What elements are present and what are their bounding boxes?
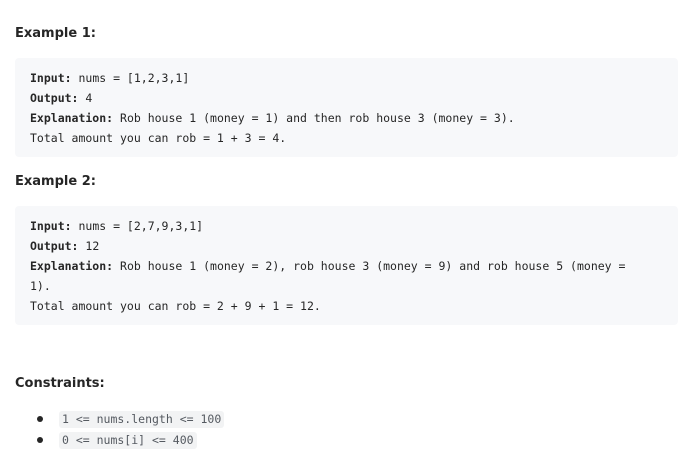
- explanation-line: Explanation: Rob house 1 (money = 2), ro…: [30, 256, 663, 276]
- bullet-icon: [37, 416, 43, 422]
- output-value: 12: [78, 239, 100, 253]
- input-label: Input:: [30, 219, 72, 233]
- input-value: nums = [1,2,3,1]: [71, 71, 190, 85]
- output-line: Output: 4: [30, 88, 663, 108]
- explanation-total-line: Total amount you can rob = 2 + 9 + 1 = 1…: [30, 299, 321, 313]
- constraint-item: 1 <= nums.length <= 100: [15, 408, 225, 429]
- explanation-line: Explanation: Rob house 1 (money = 1) and…: [30, 108, 663, 128]
- constraint-text: 0 <= nums[i] <= 400: [59, 432, 197, 449]
- output-line: Output: 12: [30, 236, 663, 256]
- explanation-wrap-line: 1).: [30, 279, 51, 293]
- constraint-text: 1 <= nums.length <= 100: [59, 411, 225, 428]
- example-2-heading: Example 2:: [15, 174, 96, 189]
- input-value: nums = [2,7,9,3,1]: [71, 219, 204, 233]
- bullet-icon: [37, 437, 43, 443]
- example-1-heading: Example 1:: [15, 26, 96, 41]
- constraints-list: 1 <= nums.length <= 100 0 <= nums[i] <= …: [15, 408, 225, 450]
- explanation-label: Explanation:: [30, 111, 114, 125]
- input-line: Input: nums = [1,2,3,1]: [30, 68, 663, 88]
- explanation-text: Rob house 1 (money = 1) and then rob hou…: [113, 111, 515, 125]
- output-value: 4: [78, 91, 93, 105]
- constraint-item: 0 <= nums[i] <= 400: [15, 429, 224, 450]
- explanation-total-line: Total amount you can rob = 1 + 3 = 4.: [30, 131, 287, 145]
- example-1-code-block: Input: nums = [1,2,3,1] Output: 4 Explan…: [15, 58, 678, 157]
- constraints-heading: Constraints:: [15, 376, 105, 391]
- example-2-code-block: Input: nums = [2,7,9,3,1] Output: 12 Exp…: [15, 206, 678, 325]
- input-line: Input: nums = [2,7,9,3,1]: [30, 216, 663, 236]
- output-label: Output:: [30, 91, 79, 105]
- input-label: Input:: [30, 71, 72, 85]
- explanation-text: Rob house 1 (money = 2), rob house 3 (mo…: [113, 259, 626, 273]
- output-label: Output:: [30, 239, 79, 253]
- explanation-label: Explanation:: [30, 259, 114, 273]
